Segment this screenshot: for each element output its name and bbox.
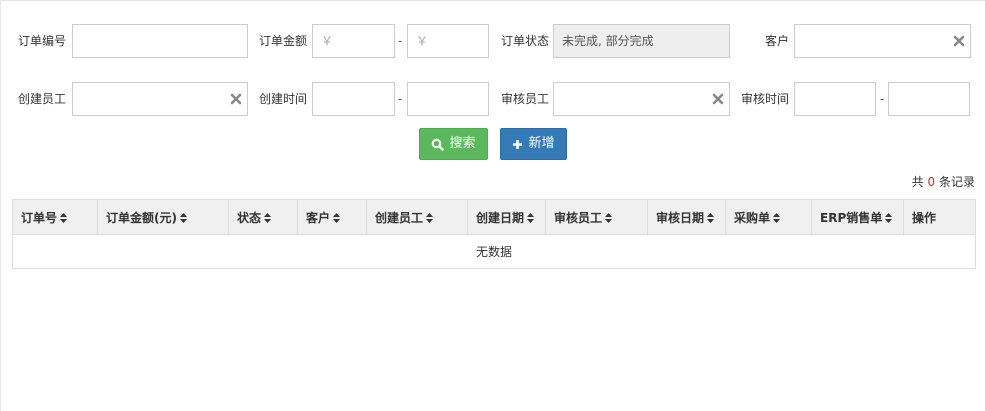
column-header-label: 采购单: [734, 210, 771, 225]
search-button[interactable]: 搜索: [419, 128, 488, 160]
status-label: 订单状态: [501, 34, 550, 48]
record-count-prefix: 共: [911, 175, 924, 189]
amount-max-placeholder: ￥: [416, 34, 429, 48]
column-header-label: 审核员工: [554, 210, 603, 225]
column-header-label: 操作: [912, 210, 937, 225]
amount-range-dash: -: [398, 34, 403, 48]
sort-icon: [885, 213, 893, 223]
status-select[interactable]: 未完成, 部分完成: [553, 24, 730, 58]
column-header-review-date[interactable]: 审核日期: [647, 199, 726, 235]
search-button-label: 搜索: [449, 136, 476, 151]
column-header-status[interactable]: 状态: [228, 199, 298, 235]
column-header-label: 状态: [237, 210, 262, 225]
column-header-label: ERP销售单: [820, 210, 883, 225]
create-time-label: 创建时间: [259, 92, 308, 106]
column-header-reviewer[interactable]: 审核员工: [545, 199, 648, 235]
column-header-order-no[interactable]: 订单号: [12, 199, 98, 235]
add-button[interactable]: 新增: [500, 128, 567, 160]
sort-icon: [707, 213, 715, 223]
sort-icon: [179, 213, 187, 223]
reviewer-input[interactable]: [553, 82, 730, 116]
record-count-suffix: 条记录: [938, 175, 975, 189]
clear-x-icon[interactable]: [952, 34, 966, 48]
sort-icon: [333, 213, 341, 223]
column-header-label: 创建员工: [375, 210, 424, 225]
amount-label: 订单金额: [259, 34, 308, 48]
clear-x-icon[interactable]: [711, 92, 725, 106]
column-header-actions: 操作: [903, 199, 976, 235]
table-header-row: 订单号 订单金额(元) 状态 客户 创建员工 创建日期 审核员工 审核日期 采购…: [12, 199, 976, 235]
sort-icon: [527, 213, 535, 223]
amount-max-input[interactable]: ￥: [407, 24, 489, 58]
record-count: 共 0 条记录: [912, 173, 975, 190]
column-header-creator[interactable]: 创建员工: [366, 199, 468, 235]
column-header-label: 客户: [306, 210, 331, 225]
customer-input[interactable]: [794, 24, 971, 58]
column-header-customer[interactable]: 客户: [297, 199, 367, 235]
order-no-input[interactable]: [72, 24, 248, 58]
creator-label: 创建员工: [18, 92, 67, 106]
review-time-start-input[interactable]: [794, 82, 876, 116]
column-header-label: 创建日期: [476, 210, 525, 225]
review-time-label: 审核时间: [741, 92, 790, 106]
column-header-purchase-order[interactable]: 采购单: [725, 199, 812, 235]
add-button-label: 新增: [528, 136, 555, 151]
plus-icon: [513, 139, 523, 149]
reviewer-label: 审核员工: [501, 92, 550, 106]
review-time-end-input[interactable]: [888, 82, 970, 116]
creator-input[interactable]: [72, 82, 248, 116]
orders-table: 订单号 订单金额(元) 状态 客户 创建员工 创建日期 审核员工 审核日期 采购…: [12, 199, 976, 269]
create-time-dash: -: [398, 92, 403, 106]
column-header-label: 订单金额(元): [106, 210, 177, 225]
sort-icon: [605, 213, 613, 223]
column-header-label: 审核日期: [656, 210, 705, 225]
clear-x-icon[interactable]: [229, 92, 243, 106]
record-count-number: 0: [927, 175, 936, 189]
sort-icon: [264, 213, 272, 223]
review-time-dash: -: [880, 92, 885, 106]
search-icon: [432, 138, 445, 151]
create-time-end-input[interactable]: [407, 82, 489, 116]
order-no-label: 订单编号: [18, 34, 67, 48]
create-time-start-input[interactable]: [312, 82, 395, 116]
customer-label: 客户: [765, 34, 790, 48]
table-empty-row: 无数据: [12, 234, 976, 269]
column-header-label: 订单号: [21, 210, 58, 225]
empty-message: 无数据: [12, 234, 976, 269]
column-header-erp-sales-order[interactable]: ERP销售单: [811, 199, 904, 235]
sort-icon: [773, 213, 781, 223]
sort-icon: [60, 213, 68, 223]
amount-min-placeholder: ￥: [321, 34, 334, 48]
amount-min-input[interactable]: ￥: [312, 24, 395, 58]
column-header-create-date[interactable]: 创建日期: [467, 199, 546, 235]
column-header-amount[interactable]: 订单金额(元): [97, 199, 229, 235]
sort-icon: [426, 213, 434, 223]
